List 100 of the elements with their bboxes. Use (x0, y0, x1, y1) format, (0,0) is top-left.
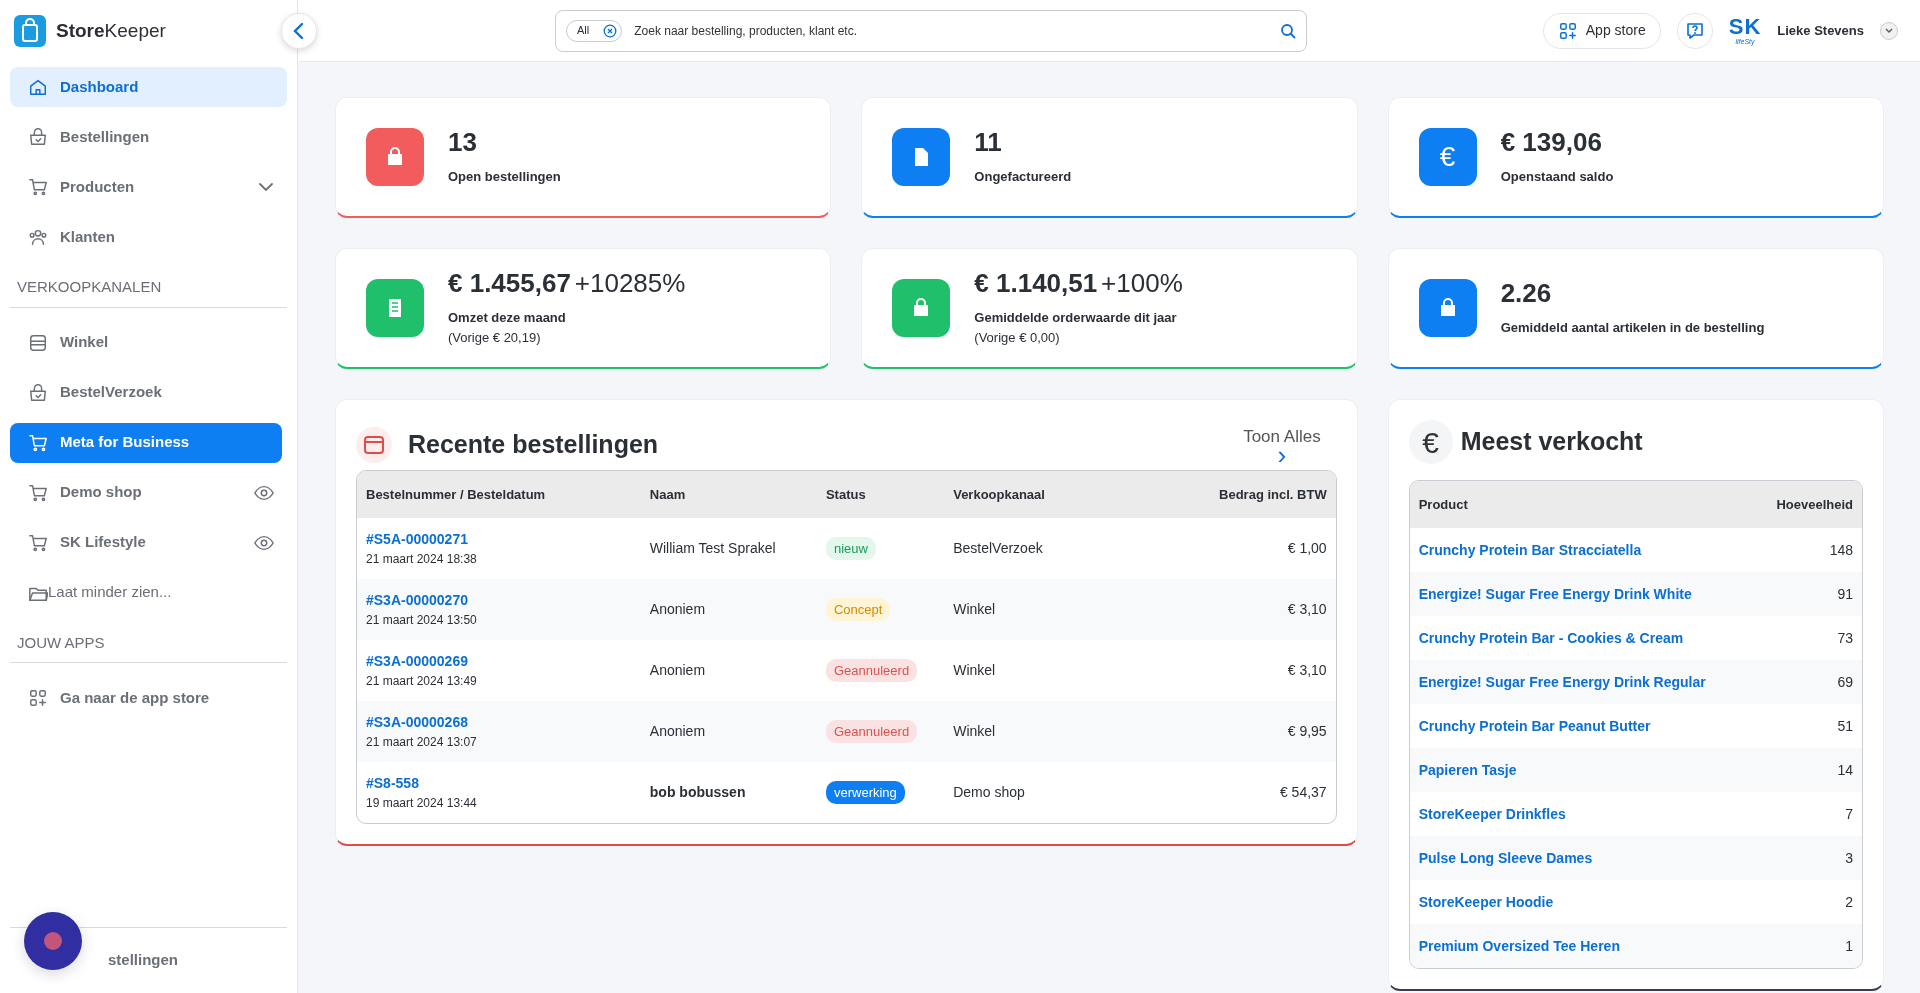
sidebar-item[interactable]: Winkel (10, 322, 287, 363)
order-number-link[interactable]: #S3A-00000270 (366, 591, 468, 608)
order-number-link[interactable]: #S3A-00000269 (366, 652, 468, 669)
cart-icon (28, 532, 48, 553)
order-number-link[interactable]: #S3A-00000268 (366, 713, 468, 730)
product-link[interactable]: Crunchy Protein Bar Peanut Butter (1418, 717, 1651, 734)
customer-name: William Test Sprakel (649, 539, 776, 556)
collapse-button[interactable] (281, 13, 317, 49)
app-store-button[interactable]: App store (1542, 12, 1661, 49)
product-link[interactable]: StoreKeeper Drinkfles (1418, 805, 1566, 822)
stat-label: Gemiddeld aantal artikelen in de bestelling (1500, 318, 1765, 337)
quantity: 3 (1845, 849, 1853, 866)
quantity: 51 (1837, 717, 1853, 734)
customer-name: Anoniem (649, 600, 706, 617)
sidebar-item[interactable]: Producten (10, 167, 287, 207)
customer-name: Anoniem (649, 722, 706, 739)
quantity: 91 (1837, 585, 1853, 602)
product-link[interactable]: Papieren Tasje (1418, 761, 1517, 778)
dot-icon (44, 932, 62, 950)
product-link[interactable]: StoreKeeper Hoodie (1418, 893, 1554, 910)
apps-icon (28, 688, 48, 708)
status-badge: Geannuleerd (825, 719, 918, 744)
search-field[interactable]: All Zoek naar bestelling, producten, klant etc. (555, 9, 1307, 52)
sidebar-item[interactable]: BestelVerzoek (10, 372, 287, 413)
clear-icon[interactable] (603, 23, 618, 38)
panel-title: Meest verkocht (1460, 426, 1643, 458)
stat-value: 11 (974, 126, 1002, 157)
product-link[interactable]: Crunchy Protein Bar - Cookies & Cream (1418, 629, 1684, 646)
sidebar-item[interactable]: Meta for Business (10, 422, 282, 463)
column-header: Verkoopkanaal (944, 470, 1111, 518)
quantity: 2 (1845, 893, 1853, 910)
sales-channel: Winkel (953, 600, 996, 617)
sidebar-item[interactable]: Dashboard (10, 67, 287, 107)
stat-label: Omzet deze maand (448, 309, 567, 327)
sales-channel: BestelVerzoek (953, 539, 1043, 556)
stat-label: Gemiddelde orderwaarde dit jaar (974, 309, 1178, 327)
sidebar-item[interactable]: Bestellingen (10, 117, 287, 157)
stat-value: € 1.455,67 (448, 268, 571, 298)
stat-label: Open bestellingen (448, 167, 561, 186)
order-number-link[interactable]: #S8-558 (366, 774, 419, 791)
sidebar-item[interactable]: Ga naar de app store (10, 678, 287, 718)
column-header: Hoeveelheid (1754, 481, 1862, 528)
order-amount: € 1,00 (1287, 539, 1327, 556)
stat-value: 2.26 (1500, 277, 1552, 308)
order-date: 19 maart 2024 13:44 (366, 794, 478, 812)
show-all-link[interactable]: Toon Alles › (1243, 428, 1321, 466)
sales-channel: Winkel (953, 722, 996, 739)
store-icon (28, 332, 48, 353)
help-icon (1684, 20, 1705, 41)
status-badge: Geannuleerd (825, 658, 918, 683)
customer-name: bob bobussen (649, 783, 746, 800)
product-link[interactable]: Crunchy Protein Bar Stracciatella (1418, 541, 1642, 558)
euro-icon: € (1418, 128, 1477, 186)
search-icon[interactable] (1280, 22, 1296, 39)
chat-button[interactable] (24, 912, 82, 970)
cart-icon (28, 432, 48, 453)
order-date: 21 maart 2024 18:38 (366, 550, 478, 568)
section-heading: JOUW APPS (10, 617, 287, 663)
column-header: Naam (640, 470, 817, 518)
stat-label: Openstaand saldo (1500, 167, 1614, 186)
column-header: Product (1409, 481, 1755, 528)
order-number-link[interactable]: #S5A-00000271 (366, 530, 468, 547)
basket-icon (28, 382, 48, 403)
user-name[interactable]: Lieke Stevens (1777, 20, 1864, 41)
basket-icon (28, 127, 48, 147)
sidebar-item[interactable]: Demo shop (10, 472, 287, 513)
sidebar-item[interactable]: Klanten (10, 217, 287, 257)
box-icon (356, 426, 392, 463)
home-icon (28, 77, 48, 97)
apps-icon (1557, 20, 1578, 41)
sidebar-item[interactable]: SK Lifestyle (10, 522, 287, 563)
stat-label: Ongefactureerd (974, 167, 1072, 186)
customer-name: Anoniem (649, 661, 706, 678)
stat-note: (Vorige € 20,19) (448, 328, 542, 347)
column-header: Bestelnummer / Besteldatum (357, 470, 641, 518)
logo-icon (14, 15, 46, 47)
caret-icon (1885, 27, 1893, 34)
order-amount: € 9,95 (1287, 722, 1327, 739)
quantity: 7 (1845, 805, 1853, 822)
chevron-left-icon (292, 22, 306, 40)
cart-icon (28, 482, 48, 503)
stat-note: (Vorige € 0,00) (974, 328, 1061, 347)
sidebar-item[interactable]: Laat minder zien... (10, 572, 287, 613)
column-header: Bedrag incl. BTW (1110, 470, 1336, 518)
sales-channel: Demo shop (953, 783, 1025, 800)
sidebar-item[interactable]: stellingen (108, 949, 178, 972)
panel-title: Recente bestellingen (408, 429, 659, 460)
help-button[interactable] (1676, 12, 1713, 49)
stat-value: € 1.140,51 (974, 268, 1098, 298)
order-date: 21 maart 2024 13:07 (366, 733, 478, 751)
stat-change: +10285% (574, 268, 686, 298)
section-heading: VERKOOPKANALEN (10, 262, 287, 308)
stat-value: € 139,06 (1500, 126, 1602, 157)
order-date: 21 maart 2024 13:50 (366, 611, 478, 629)
quantity: 14 (1837, 761, 1853, 778)
quantity: 1 (1845, 937, 1853, 954)
order-amount: € 3,10 (1287, 661, 1327, 678)
stat-value: 13 (448, 126, 477, 157)
product-link[interactable]: Pulse Long Sleeve Dames (1418, 849, 1593, 866)
sales-channel: Winkel (953, 661, 996, 678)
